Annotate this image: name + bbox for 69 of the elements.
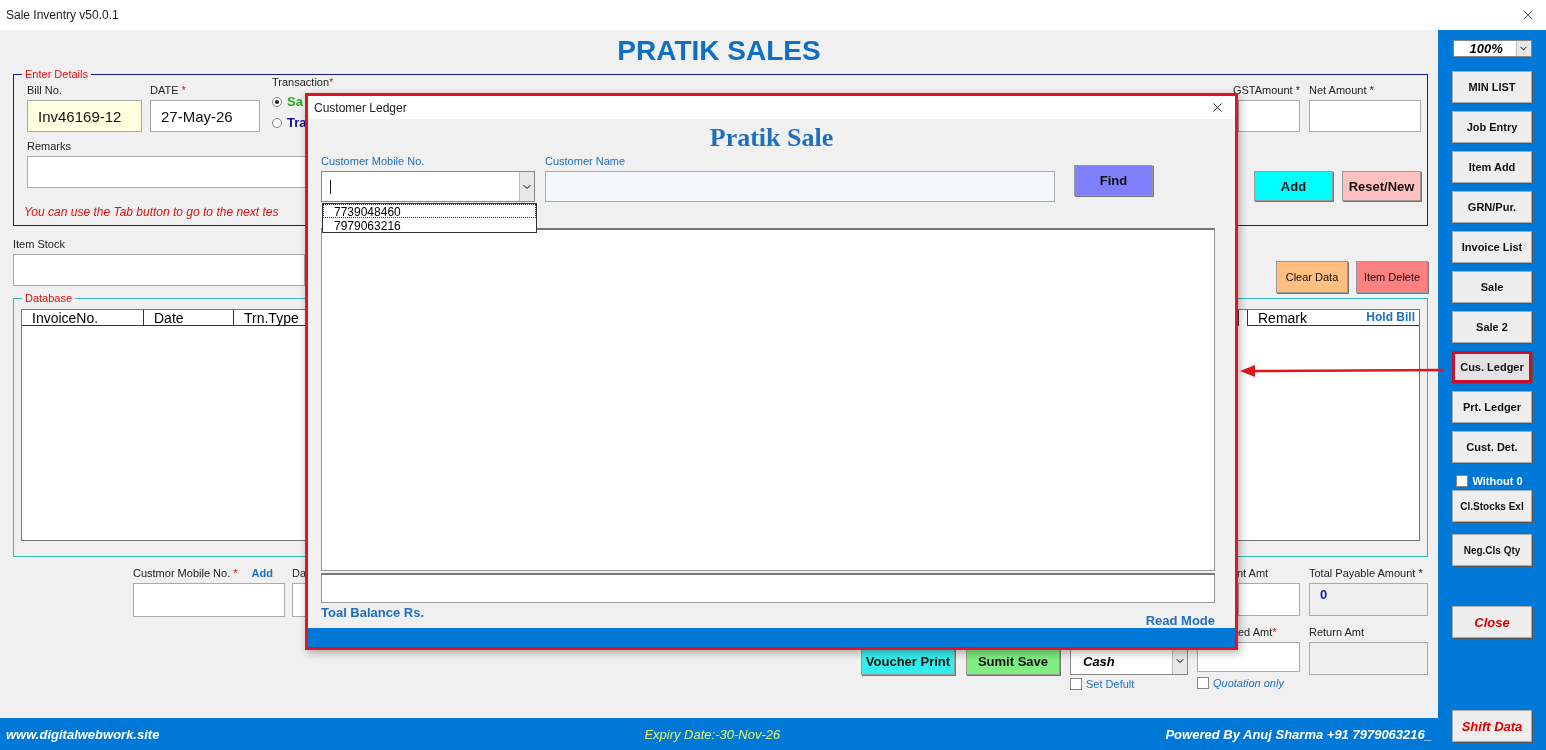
net-amount-field[interactable]	[1309, 100, 1421, 132]
nav-button[interactable]: MIN LIST	[1452, 71, 1532, 103]
action-button[interactable]: Close	[1452, 606, 1532, 638]
date-field[interactable]: 27-May-26	[150, 100, 260, 132]
total-balance-label: Toal Balance Rs.	[321, 605, 425, 621]
field-label: Return Amt	[1309, 626, 1365, 638]
field-label: Total Payable Amount *	[1309, 567, 1423, 579]
nav-button[interactable]: Sale	[1452, 271, 1532, 303]
nav-button[interactable]: Invoice List	[1452, 231, 1532, 263]
hint-text: You can use the Tab button to go to the next tes	[24, 205, 279, 219]
field-label: nt Amt	[1237, 567, 1269, 579]
field-label: Customer Name	[545, 155, 626, 168]
bill-number-field[interactable]: Inv46169-12	[27, 100, 142, 132]
field-label: Net Amount *	[1309, 84, 1374, 96]
nav-button[interactable]: Cus. Ledger	[1452, 351, 1532, 383]
app-heading: PRATIK SALES	[617, 34, 821, 68]
window-title: Sale Inventry v50.0.1	[6, 8, 119, 22]
checkbox[interactable]: Without 0	[1455, 475, 1523, 487]
action-button[interactable]: Item Delete	[1356, 261, 1428, 293]
dropdown-option[interactable]: 7739048460	[323, 204, 536, 219]
zoom-value: 100%	[1469, 41, 1503, 56]
panel-legend: Enter Details	[22, 68, 91, 80]
dropdown-option[interactable]: 7979063216	[323, 218, 536, 233]
column-header: InvoiceNo.	[22, 310, 144, 326]
field-label: Customer Mobile No.	[321, 155, 425, 168]
panel-legend: Database	[22, 292, 76, 304]
nav-button[interactable]: Cust. Det.	[1452, 431, 1532, 463]
mode-label: Read Mode	[1145, 613, 1215, 629]
amount-field[interactable]	[1238, 583, 1300, 616]
total-payable-field: 0	[1309, 583, 1428, 616]
field-label: Remarks	[27, 140, 71, 152]
field-label: DATE *	[150, 84, 186, 96]
dialog-heading: Pratik Sale	[708, 123, 835, 154]
remarks-field[interactable]	[27, 156, 307, 188]
action-button[interactable]: Shift Data	[1452, 710, 1532, 742]
add-link[interactable]: Add	[251, 567, 273, 579]
field-label: ed Amt*	[1238, 626, 1277, 638]
website-link[interactable]: www.digitalwebwork.site	[6, 726, 160, 742]
date-field[interactable]	[292, 583, 306, 617]
nav-button[interactable]: Item Add	[1452, 151, 1532, 183]
nav-button[interactable]: GRN/Pur.	[1452, 191, 1532, 223]
field-label: Transaction*	[272, 76, 334, 88]
field-label: Da	[292, 567, 307, 579]
field-label: Custmor Mobile No. *	[133, 567, 238, 579]
field-label: Item Stock	[13, 238, 65, 250]
nav-button[interactable]: Prt. Ledger	[1452, 391, 1532, 423]
nav-button[interactable]: Sale 2	[1452, 311, 1532, 343]
payment-value: Cash	[1083, 653, 1115, 669]
expiry-text: Expiry Date:-30-Nov-26	[644, 726, 781, 742]
field-label: Bill No.	[27, 84, 62, 96]
zoom-dropdown[interactable]: 100%	[1452, 40, 1532, 57]
gst-amount-field[interactable]	[1238, 100, 1300, 132]
nav-button[interactable]: Job Entry	[1452, 111, 1532, 143]
tool-button[interactable]: Neg.Cls Qty	[1452, 534, 1532, 566]
find-button[interactable]: Find	[1074, 165, 1153, 197]
field-label: GSTAmount *	[1232, 84, 1300, 96]
credit-text: Powered By Anuj Sharma +91 7979063216_	[1165, 726, 1432, 742]
checkbox[interactable]: Quotation only	[1197, 677, 1284, 689]
item-stock-field[interactable]	[13, 254, 305, 286]
mobile-field[interactable]	[133, 583, 285, 617]
hold-bill-label: Hold Bill	[1366, 310, 1415, 324]
action-button[interactable]: Clear Data	[1276, 261, 1348, 293]
column-header: Date	[144, 310, 234, 326]
dialog-title: Customer Ledger	[314, 100, 407, 115]
checkbox[interactable]: Set Defult	[1070, 678, 1135, 690]
action-button[interactable]: Reset/New	[1342, 171, 1421, 201]
customer-name-field[interactable]	[545, 171, 1055, 203]
tool-button[interactable]: Cl.Stocks Exl	[1452, 490, 1532, 522]
action-button[interactable]: Add	[1254, 171, 1333, 201]
